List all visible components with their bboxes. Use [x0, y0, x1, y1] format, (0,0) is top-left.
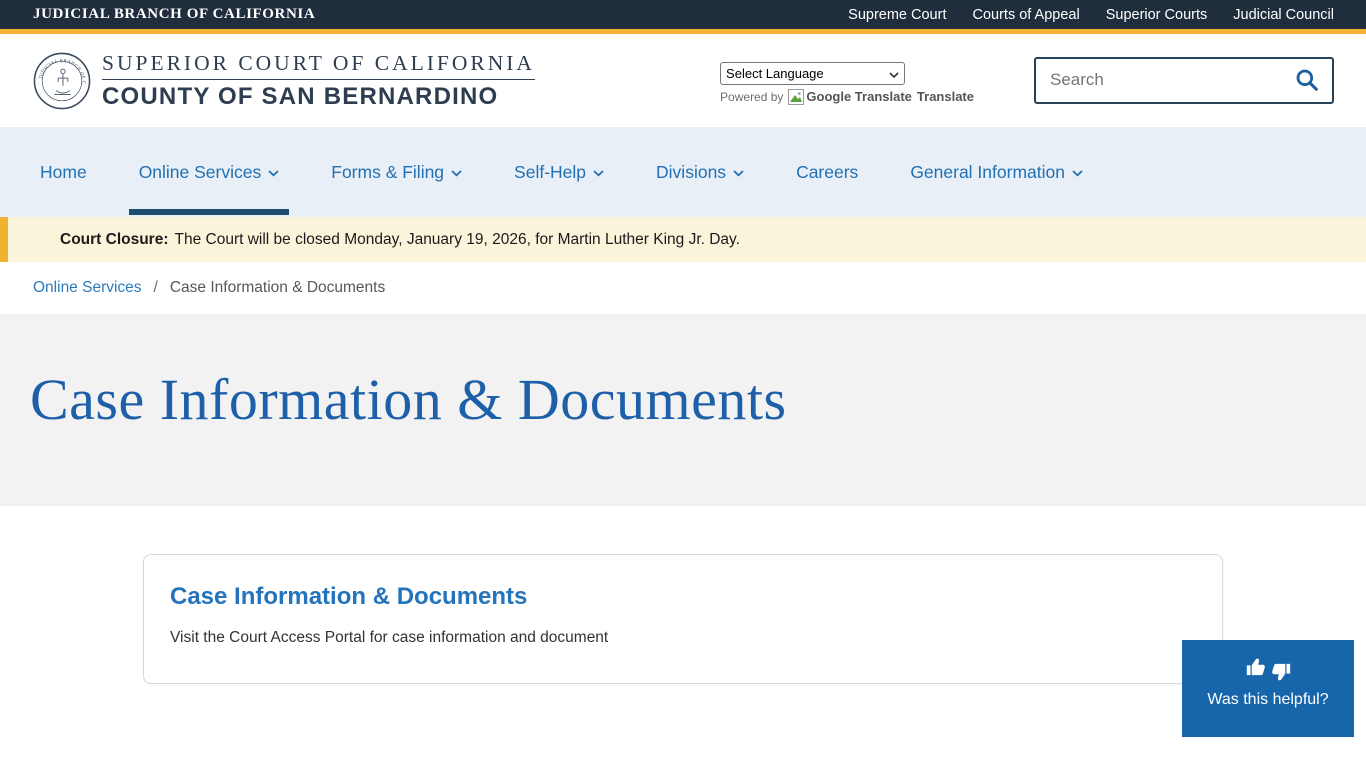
- topbar-link-courts-of-appeal[interactable]: Courts of Appeal: [972, 7, 1079, 23]
- alert-text: The Court will be closed Monday, January…: [175, 231, 740, 249]
- org-name-line1: SUPERIOR COURT OF CALIFORNIA: [102, 51, 535, 80]
- google-translate-alt-text: Google Translate: [806, 89, 911, 104]
- topbar-link-superior-courts[interactable]: Superior Courts: [1106, 7, 1208, 23]
- nav-item-careers[interactable]: Careers: [786, 127, 868, 217]
- breadcrumb-current: Case Information & Documents: [170, 279, 385, 297]
- topbar-links: Supreme Court Courts of Appeal Superior …: [848, 7, 1334, 23]
- case-information-card: Case Information & Documents Visit the C…: [143, 554, 1223, 684]
- chevron-down-icon: [268, 170, 279, 177]
- google-translate-attribution: Powered by Google Translate Translate: [720, 89, 974, 105]
- nav-label: Careers: [796, 162, 858, 183]
- feedback-widget[interactable]: Was this helpful?: [1182, 640, 1354, 737]
- main-content: Case Information & Documents Visit the C…: [0, 506, 1366, 684]
- nav-label: Divisions: [656, 162, 726, 183]
- search-input[interactable]: [1036, 70, 1288, 90]
- topbar-link-supreme-court[interactable]: Supreme Court: [848, 7, 946, 23]
- main-navigation: Home Online Services Forms & Filing Self…: [0, 127, 1366, 217]
- chevron-down-icon: [451, 170, 462, 177]
- breadcrumb-separator: /: [154, 279, 158, 297]
- breadcrumb: Online Services / Case Information & Doc…: [0, 262, 1366, 314]
- thumbs-down-button[interactable]: [1270, 662, 1292, 684]
- nav-label: Online Services: [139, 162, 262, 183]
- google-translate-logo-icon: [788, 89, 804, 105]
- page-title-band: Case Information & Documents: [0, 314, 1366, 506]
- language-select[interactable]: Select Language: [720, 62, 905, 85]
- feedback-label: Was this helpful?: [1182, 691, 1354, 709]
- chevron-down-icon: [733, 170, 744, 177]
- judicial-branch-brand: JUDICIAL BRANCH OF CALIFORNIA: [33, 6, 315, 23]
- nav-item-divisions[interactable]: Divisions: [646, 127, 754, 217]
- search-icon: [1294, 67, 1320, 93]
- alert-label: Court Closure:: [60, 231, 169, 249]
- court-logo-link[interactable]: JUDICIAL BRANCH OF CALIFORNIA SUPERIOR C…: [33, 51, 535, 111]
- search-button[interactable]: [1288, 67, 1332, 93]
- thumbs-up-icon: [1245, 655, 1267, 677]
- nav-label: Forms & Filing: [331, 162, 444, 183]
- chevron-down-icon: [593, 170, 604, 177]
- nav-label: Self-Help: [514, 162, 586, 183]
- org-name-line2: COUNTY OF SAN BERNARDINO: [102, 83, 535, 111]
- page-title: Case Information & Documents: [30, 366, 1366, 433]
- nav-item-online-services[interactable]: Online Services: [129, 127, 290, 217]
- court-closure-alert: Court Closure: The Court will be closed …: [0, 217, 1366, 262]
- nav-label: Home: [40, 162, 87, 183]
- nav-label: General Information: [910, 162, 1065, 183]
- topbar-link-judicial-council[interactable]: Judicial Council: [1233, 7, 1334, 23]
- chevron-down-icon: [1072, 170, 1083, 177]
- nav-item-general-information[interactable]: General Information: [900, 127, 1093, 217]
- nav-item-forms-filing[interactable]: Forms & Filing: [321, 127, 472, 217]
- thumbs-down-icon: [1270, 662, 1292, 684]
- nav-item-self-help[interactable]: Self-Help: [504, 127, 614, 217]
- card-body-text: Visit the Court Access Portal for case i…: [170, 629, 1196, 647]
- court-seal-icon: JUDICIAL BRANCH OF CALIFORNIA: [33, 52, 91, 110]
- translate-label: Translate: [917, 89, 974, 104]
- thumbs-up-button[interactable]: [1245, 655, 1267, 677]
- site-header: JUDICIAL BRANCH OF CALIFORNIA SUPERIOR C…: [0, 34, 1366, 127]
- government-topbar: JUDICIAL BRANCH OF CALIFORNIA Supreme Co…: [0, 0, 1366, 34]
- court-wordmark: SUPERIOR COURT OF CALIFORNIA COUNTY OF S…: [102, 51, 535, 111]
- powered-by-label: Powered by: [720, 90, 783, 104]
- nav-item-home[interactable]: Home: [30, 127, 97, 217]
- site-search: [1034, 57, 1334, 104]
- card-heading-link[interactable]: Case Information & Documents: [170, 583, 1196, 611]
- translate-block: Select Language Powered by Google Transl…: [720, 57, 974, 105]
- breadcrumb-link-online-services[interactable]: Online Services: [33, 279, 142, 297]
